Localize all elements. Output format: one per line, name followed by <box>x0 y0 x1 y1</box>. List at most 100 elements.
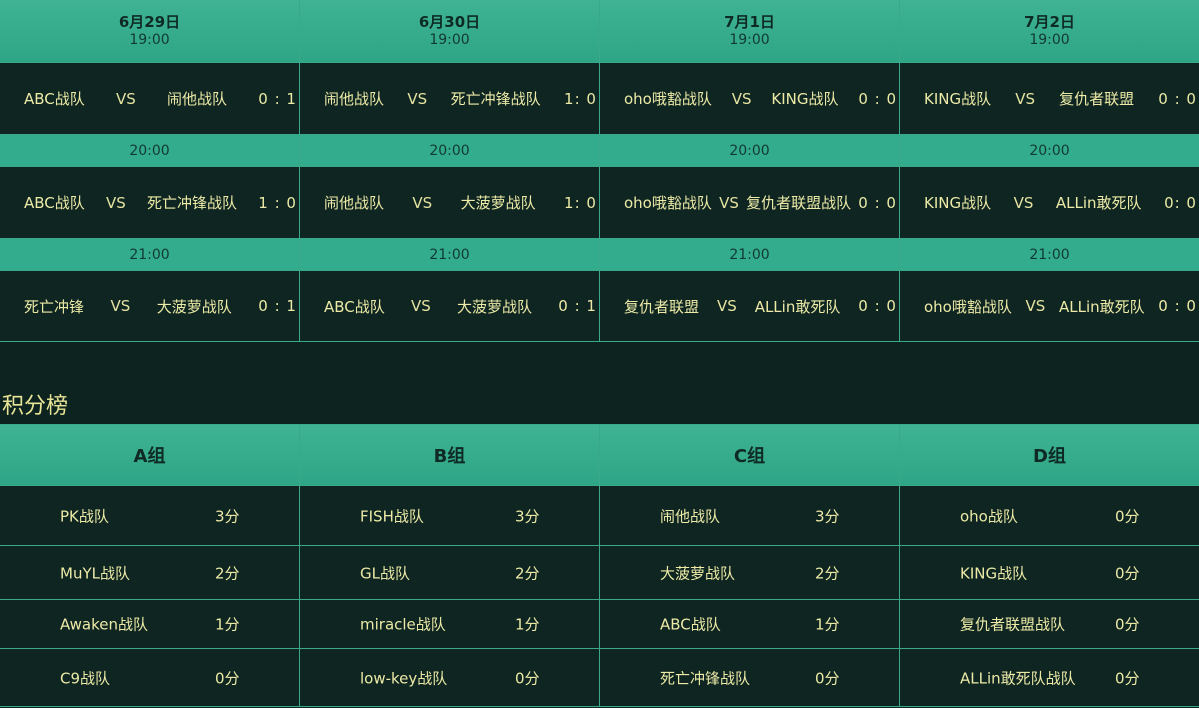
time-slot-bar: 21:00 21:00 21:00 21:00 <box>0 239 1199 271</box>
day-date: 6月29日 <box>118 13 181 31</box>
day-date: 7月2日 <box>1024 13 1075 31</box>
match-cell: 闹他战队 VS 死亡冲锋战队 1: 0 <box>300 63 600 135</box>
day-time: 19:00 <box>1029 32 1070 48</box>
match-cell: KING战队 VS ALLin敢死队 0: 0 <box>900 167 1199 239</box>
team-name: miracle战队 <box>360 615 446 634</box>
away-team: ALLin敢死队 <box>1055 194 1142 212</box>
team-name: GL战队 <box>360 564 410 582</box>
team-points: 3分 <box>515 507 540 525</box>
match-score: 0 : 0 <box>1158 297 1197 315</box>
vs-label: VS <box>719 193 739 212</box>
home-team: oho哦豁战队 <box>624 90 712 108</box>
match-cell: ABC战队 VS 死亡冲锋战队 1 : 0 <box>0 167 300 239</box>
team-points: 2分 <box>815 564 840 582</box>
home-team: ABC战队 <box>24 194 85 212</box>
team-name: 复仇者联盟战队 <box>960 615 1066 634</box>
vs-label: VS <box>1013 193 1034 212</box>
team-name: C9战队 <box>60 669 111 687</box>
team-name: FISH战队 <box>360 507 424 525</box>
match-cell: ABC战队 VS 闹他战队 0 : 1 <box>0 63 300 135</box>
standing-cell: ABC战队 1分 <box>600 600 900 649</box>
day-header: 7月2日 19:00 <box>900 0 1199 63</box>
group-name: D组 <box>900 425 1199 486</box>
away-team: ALLin敢死队 <box>1058 297 1145 316</box>
standings-table: A组 B组 C组 D组 PK战队 3分 FISH战队 3分 闹他战队 3分 oh… <box>0 424 1199 707</box>
team-points: 0分 <box>1115 669 1140 687</box>
home-team: KING战队 <box>924 90 992 108</box>
standings-row: MuYL战队 2分 GL战队 2分 大菠萝战队 2分 KING战队 0分 <box>0 546 1199 600</box>
team-points: 2分 <box>215 564 240 582</box>
match-score: 1: 0 <box>564 193 597 212</box>
team-name: low-key战队 <box>360 669 448 687</box>
team-points: 0分 <box>815 669 840 687</box>
team-points: 0分 <box>515 669 540 687</box>
slot-time: 20:00 <box>0 135 300 167</box>
vs-label: VS <box>407 89 428 108</box>
vs-label: VS <box>106 193 126 212</box>
home-team: 闹他战队 <box>324 90 385 108</box>
away-team: 大菠萝战队 <box>460 194 536 212</box>
standings-row: C9战队 0分 low-key战队 0分 死亡冲锋战队 0分 ALLin敢死队战… <box>0 649 1199 707</box>
slot-time: 20:00 <box>600 135 900 167</box>
vs-label: VS <box>116 89 136 108</box>
match-cell: KING战队 VS 复仇者联盟 0 : 0 <box>900 63 1199 135</box>
standing-cell: 复仇者联盟战队 0分 <box>900 600 1199 649</box>
standings-title: 积分榜 <box>2 394 69 419</box>
vs-label: VS <box>1015 89 1036 108</box>
day-header: 6月30日 19:00 <box>300 0 600 63</box>
standing-cell: 闹他战队 3分 <box>600 486 900 546</box>
day-date: 6月30日 <box>418 13 481 31</box>
team-points: 1分 <box>515 615 540 634</box>
match-score: 1: 0 <box>564 89 597 108</box>
home-team: oho哦豁战队 <box>924 297 1012 316</box>
match-cell: 闹他战队 VS 大菠萝战队 1: 0 <box>300 167 600 239</box>
team-name: 大菠萝战队 <box>660 564 736 582</box>
standing-cell: MuYL战队 2分 <box>0 546 300 600</box>
vs-label: VS <box>110 297 131 315</box>
team-points: 0分 <box>1115 564 1140 582</box>
team-name: ALLin敢死队战队 <box>960 669 1076 687</box>
away-team: 死亡冲锋战队 <box>450 90 541 108</box>
home-team: 复仇者联盟 <box>624 297 700 316</box>
day-date: 7月1日 <box>724 13 775 31</box>
time-slot-bar: 20:00 20:00 20:00 20:00 <box>0 135 1199 167</box>
match-cell: 死亡冲锋 VS 大菠萝战队 0 : 1 <box>0 271 300 342</box>
home-team: KING战队 <box>924 194 992 212</box>
home-team: ABC战队 <box>24 90 85 108</box>
day-header: 7月1日 19:00 <box>600 0 900 63</box>
team-name: MuYL战队 <box>60 564 130 582</box>
slot-time: 21:00 <box>0 239 300 271</box>
standing-cell: KING战队 0分 <box>900 546 1199 600</box>
vs-label: VS <box>412 193 433 212</box>
standing-cell: oho战队 0分 <box>900 486 1199 546</box>
standing-cell: miracle战队 1分 <box>300 600 600 649</box>
team-points: 1分 <box>815 615 840 634</box>
standing-cell: low-key战队 0分 <box>300 649 600 707</box>
team-points: 1分 <box>215 615 240 634</box>
away-team: 死亡冲锋战队 <box>147 194 238 212</box>
home-team: 死亡冲锋 <box>24 297 85 316</box>
team-points: 0分 <box>1115 615 1140 634</box>
standing-cell: PK战队 3分 <box>0 486 300 546</box>
team-name: Awaken战队 <box>60 615 149 634</box>
group-name: B组 <box>300 425 600 486</box>
team-name: oho战队 <box>960 507 1018 525</box>
match-row: ABC战队 VS 死亡冲锋战队 1 : 0 闹他战队 VS 大菠萝战队 1: 0… <box>0 167 1199 239</box>
team-name: KING战队 <box>960 564 1028 582</box>
match-row: 死亡冲锋 VS 大菠萝战队 0 : 1 ABC战队 VS 大菠萝战队 0 : 1… <box>0 271 1199 342</box>
slot-time: 21:00 <box>600 239 900 271</box>
day-time: 19:00 <box>129 32 170 48</box>
slot-time: 21:00 <box>900 239 1199 271</box>
team-name: 闹他战队 <box>660 507 721 525</box>
schedule-header: 6月29日 19:00 6月30日 19:00 7月1日 19:00 7月2日 … <box>0 0 1199 63</box>
match-score: 0 : 0 <box>1158 89 1197 108</box>
match-score: 0 : 0 <box>858 89 897 108</box>
away-team: 闹他战队 <box>167 90 228 108</box>
slot-time: 20:00 <box>300 135 600 167</box>
match-schedule: 6月29日 19:00 6月30日 19:00 7月1日 19:00 7月2日 … <box>0 0 1199 342</box>
day-header: 6月29日 19:00 <box>0 0 300 63</box>
vs-label: VS <box>1025 297 1046 315</box>
standing-cell: FISH战队 3分 <box>300 486 600 546</box>
vs-label: VS <box>716 297 737 315</box>
away-team: 大菠萝战队 <box>156 297 232 316</box>
